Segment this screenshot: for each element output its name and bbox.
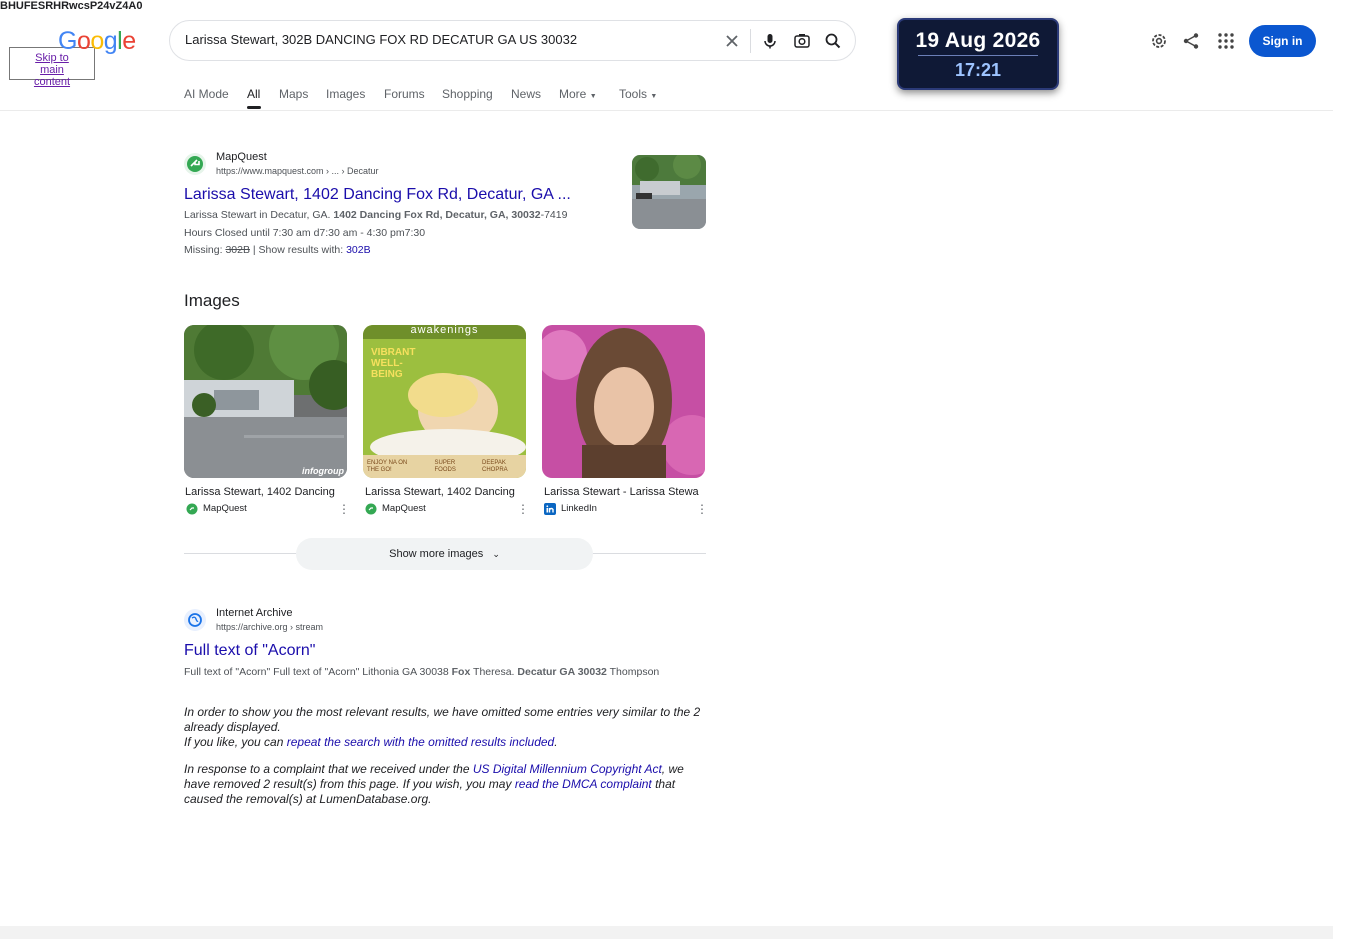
snippet-text: Full text of "Acorn" Full text of "Acorn…: [184, 666, 452, 678]
snippet-bold: 1402 Dancing Fox Rd, Decatur, GA, 30032: [333, 209, 541, 221]
image-result-3[interactable]: [542, 325, 705, 478]
search-box[interactable]: Larissa Stewart, 302B DANCING FOX RD DEC…: [169, 20, 856, 61]
date-time-badge: 19 Aug 2026 17:21: [897, 18, 1059, 90]
camera-lens-icon[interactable]: [792, 31, 812, 51]
omitted-text: If you like, you can: [184, 735, 287, 749]
search-icon[interactable]: [823, 31, 843, 51]
more-options-icon[interactable]: ⋮: [517, 502, 529, 516]
result-url[interactable]: https://www.mapquest.com › ... › Decatur: [216, 166, 379, 176]
magazine-footer-2: SUPER FOODS: [434, 460, 456, 473]
image-source-2: MapQuest: [382, 503, 426, 514]
magazine-heading: VIBRANT WELL-BEING: [371, 347, 416, 380]
tab-shopping[interactable]: Shopping: [442, 87, 493, 101]
microphone-icon[interactable]: [760, 31, 780, 51]
settings-gear-icon[interactable]: [1149, 31, 1169, 51]
missing-term: 302B: [225, 244, 250, 256]
result-title-link[interactable]: Larissa Stewart, 1402 Dancing Fox Rd, De…: [184, 186, 571, 204]
search-input[interactable]: Larissa Stewart, 302B DANCING FOX RD DEC…: [185, 32, 577, 47]
show-with-label: | Show results with:: [249, 244, 347, 256]
dmca-text: In response to a complaint that we recei…: [184, 762, 473, 776]
tab-all[interactable]: All: [247, 87, 260, 101]
clear-icon[interactable]: [722, 31, 742, 51]
mapquest-favicon: [184, 153, 206, 175]
image-result-1[interactable]: infogroup: [184, 325, 347, 478]
snippet-text: Larissa Stewart in Decatur, GA.: [184, 209, 334, 221]
badge-date: 19 Aug 2026: [915, 29, 1041, 52]
image-source-3: LinkedIn: [561, 503, 597, 514]
image-caption-3[interactable]: Larissa Stewart - Larissa Stewa: [544, 486, 704, 498]
tab-images[interactable]: Images: [326, 87, 365, 101]
image-caption-1[interactable]: Larissa Stewart, 1402 Dancing: [185, 486, 345, 498]
mapquest-icon: [186, 503, 198, 515]
tab-tools-label: Tools: [619, 87, 648, 101]
show-more-label: Show more images: [389, 548, 484, 560]
tab-news[interactable]: News: [511, 87, 541, 101]
magazine-footer-3: DEEPAK CHOPRA: [482, 460, 508, 473]
result-thumbnail[interactable]: [632, 155, 706, 229]
linkedin-icon: [544, 503, 556, 515]
result-missing: Missing: 302B | Show results with: 302B: [184, 244, 371, 256]
search-tabs: AI Mode All Maps Images Forums Shopping …: [184, 87, 684, 103]
images-section-title: Images: [184, 291, 240, 310]
omitted-repeat-line: If you like, you can repeat the search w…: [184, 735, 709, 750]
garbled-header-text: BHUFESRHRwcsP24vZ4A0: [0, 0, 143, 12]
snippet-bold: Fox: [451, 666, 471, 678]
caret-down-icon: ▼: [589, 93, 597, 100]
dmca-act-link[interactable]: US Digital Millennium Copyright Act: [473, 762, 662, 776]
result-snippet: Larissa Stewart in Decatur, GA. 1402 Dan…: [184, 209, 567, 221]
missing-label: Missing:: [184, 244, 226, 256]
badge-time: 17:21: [954, 60, 1002, 80]
tab-more[interactable]: More ▼: [559, 87, 597, 101]
show-with-link[interactable]: 302B: [346, 244, 371, 256]
apps-grid-icon[interactable]: [1216, 31, 1236, 51]
image-caption-2[interactable]: Larissa Stewart, 1402 Dancing: [365, 486, 525, 498]
image-result-2[interactable]: awakenings VIBRANT WELL-BEING ENJOY NA O…: [363, 325, 526, 478]
result-url[interactable]: https://archive.org › stream: [216, 622, 323, 632]
tab-maps[interactable]: Maps: [279, 87, 308, 101]
google-logo[interactable]: Google: [58, 27, 136, 56]
result-source-name[interactable]: MapQuest: [216, 151, 267, 163]
sign-in-button[interactable]: Sign in: [1249, 25, 1316, 57]
repeat-search-link[interactable]: repeat the search with the omitted resul…: [287, 735, 554, 749]
magazine-footer-1: ENJOY NA ON THE GO!: [367, 460, 408, 473]
omitted-text: In order to show you the most relevant r…: [184, 705, 701, 734]
result-source-name[interactable]: Internet Archive: [216, 607, 292, 619]
dmca-notice: In response to a complaint that we recei…: [184, 762, 709, 807]
tab-more-label: More: [559, 87, 587, 101]
magazine-title: awakenings: [410, 325, 479, 336]
magazine-footer: ENJOY NA ON THE GO! SUPER FOODS DEEPAK C…: [367, 460, 522, 474]
dmca-complaint-link[interactable]: read the DMCA complaint: [515, 777, 652, 791]
image-source-1: MapQuest: [203, 503, 247, 514]
tab-ai-mode[interactable]: AI Mode: [184, 87, 229, 101]
omitted-results-notice: In order to show you the most relevant r…: [184, 705, 709, 750]
share-icon[interactable]: [1181, 31, 1201, 51]
caret-down-icon: ▼: [650, 93, 658, 100]
omitted-text: .: [554, 735, 558, 749]
show-more-images-button[interactable]: Show more images ⌄: [296, 538, 593, 570]
result-snippet: Full text of "Acorn" Full text of "Acorn…: [184, 666, 659, 678]
result-title-link[interactable]: Full text of "Acorn": [184, 642, 315, 660]
header-divider: [0, 110, 1333, 111]
more-options-icon[interactable]: ⋮: [696, 502, 708, 516]
tab-tools[interactable]: Tools ▼: [619, 87, 657, 101]
tab-forums[interactable]: Forums: [384, 87, 425, 101]
mapquest-icon: [365, 503, 377, 515]
image-watermark: infogroup: [302, 466, 344, 476]
chevron-down-icon: ⌄: [492, 549, 500, 559]
snippet-text: Theresa.: [470, 666, 518, 678]
active-tab-indicator: [247, 106, 261, 109]
snippet-text: Thompson: [606, 666, 660, 678]
more-options-icon[interactable]: ⋮: [338, 502, 350, 516]
result-hours: Hours Closed until 7:30 am d7:30 am - 4:…: [184, 227, 426, 239]
badge-divider: [918, 55, 1038, 56]
snippet-text: -7419: [540, 209, 568, 221]
snippet-bold: Decatur GA 30032: [517, 666, 607, 678]
skip-link-label[interactable]: Skip to main content: [22, 52, 82, 88]
page-footer: [0, 926, 1333, 939]
internet-archive-favicon: [184, 609, 206, 631]
search-divider: [750, 29, 751, 53]
